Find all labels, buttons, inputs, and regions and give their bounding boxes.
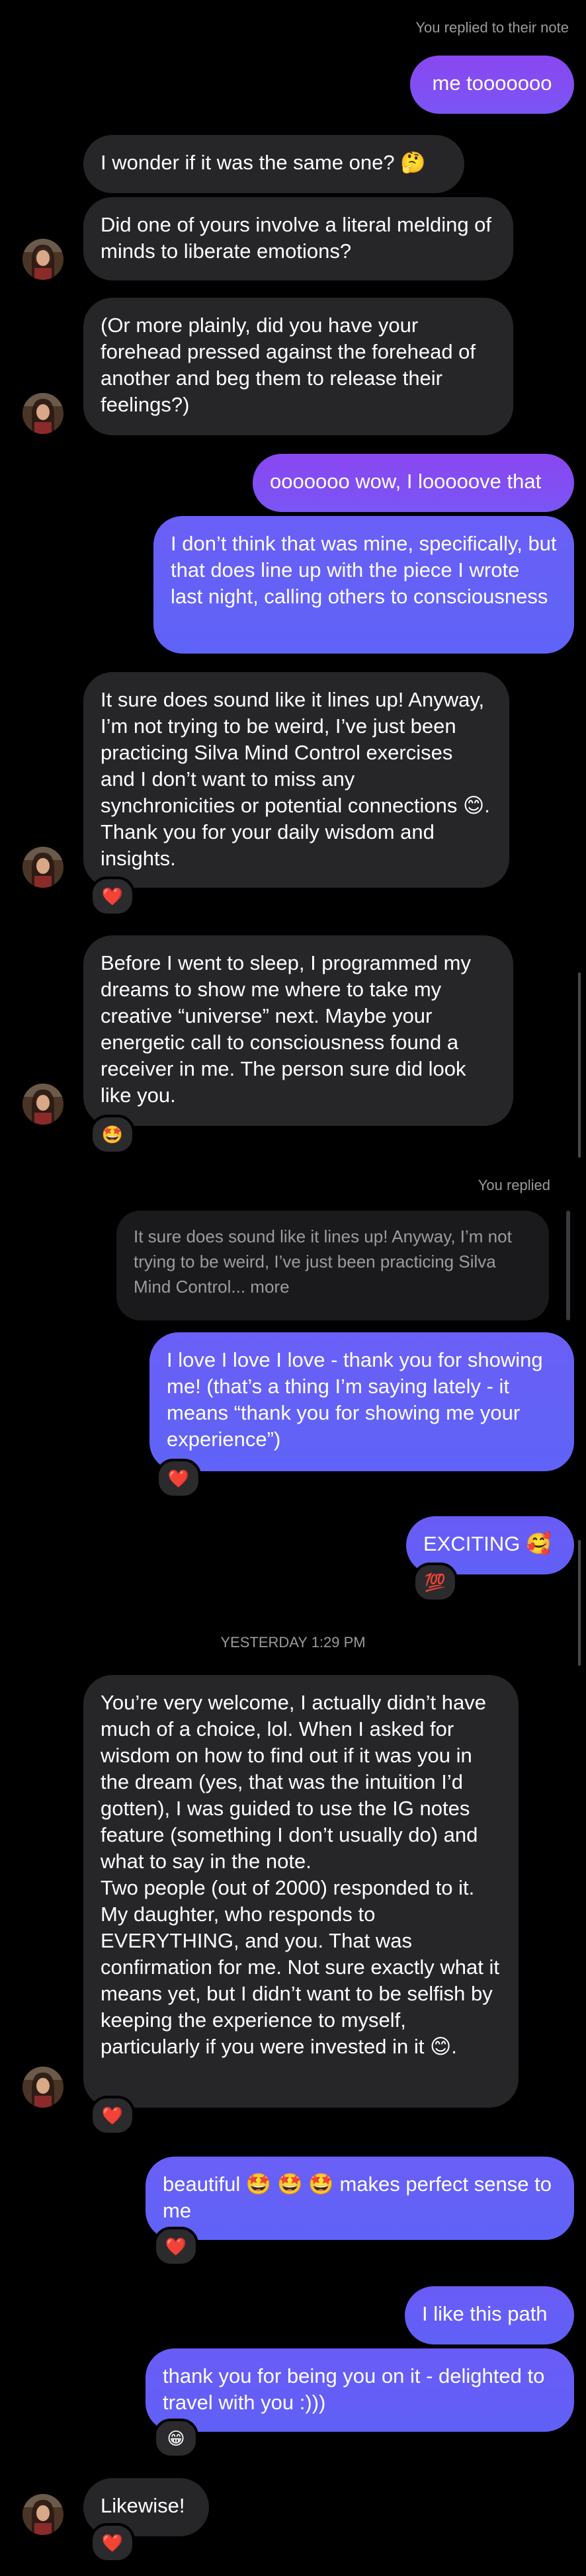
contact-avatar[interactable]	[22, 239, 63, 280]
contact-avatar[interactable]	[22, 847, 63, 888]
date-divider: YESTERDAY 1:29 PM	[220, 1634, 366, 1651]
avatar-photo-icon	[22, 393, 63, 434]
scrollbar-track[interactable]	[578, 972, 581, 1158]
avatar-photo-icon	[22, 2494, 63, 2535]
reaction-badge[interactable]: 🤩	[90, 1115, 135, 1154]
incoming-message[interactable]: I wonder if it was the same one? 🤔	[83, 135, 464, 193]
avatar-photo-icon	[22, 2067, 63, 2108]
avatar-photo-icon	[22, 847, 63, 888]
outgoing-message[interactable]: I don’t think that was mine, specificall…	[153, 516, 574, 654]
reaction-badge[interactable]: ❤️	[90, 2096, 135, 2135]
incoming-message[interactable]: (Or more plainly, did you have your fore…	[83, 298, 513, 435]
outgoing-message[interactable]: beautiful 🤩 🤩 🤩 makes perfect sense to m…	[146, 2157, 574, 2240]
incoming-message[interactable]: Did one of yours involve a literal meldi…	[83, 197, 513, 280]
outgoing-message[interactable]: ooooooo wow, I looooove that	[253, 454, 574, 512]
incoming-message[interactable]: It sure does sound like it lines up! Any…	[83, 672, 509, 888]
avatar-photo-icon	[22, 239, 63, 280]
reply-label: You replied	[478, 1177, 550, 1193]
reaction-badge[interactable]: 💯	[413, 1563, 458, 1602]
reaction-badge[interactable]: ❤️	[156, 1459, 201, 1498]
reaction-badge[interactable]: 😁	[153, 2419, 198, 2458]
reaction-badge[interactable]: ❤️	[90, 877, 135, 916]
quote-bar	[566, 1211, 570, 1320]
reaction-badge[interactable]: ❤️	[153, 2227, 198, 2266]
quoted-message-preview[interactable]: It sure does sound like it lines up! Any…	[116, 1211, 549, 1320]
contact-avatar[interactable]	[22, 393, 63, 434]
avatar-photo-icon	[22, 1084, 63, 1125]
incoming-message[interactable]: Before I went to sleep, I programmed my …	[83, 935, 513, 1126]
outgoing-message[interactable]: I love I love I love - thank you for sho…	[149, 1332, 574, 1471]
reply-note-label: You replied to their note	[415, 19, 569, 36]
outgoing-message[interactable]: me tooooooo	[410, 56, 574, 114]
outgoing-message[interactable]: thank you for being you on it - delighte…	[146, 2348, 574, 2432]
contact-avatar[interactable]	[22, 2494, 63, 2535]
incoming-message[interactable]: You’re very welcome, I actually didn’t h…	[83, 1675, 519, 2108]
reaction-badge[interactable]: ❤️	[90, 2523, 135, 2563]
contact-avatar[interactable]	[22, 2067, 63, 2108]
outgoing-message[interactable]: I like this path	[405, 2286, 574, 2344]
contact-avatar[interactable]	[22, 1084, 63, 1125]
